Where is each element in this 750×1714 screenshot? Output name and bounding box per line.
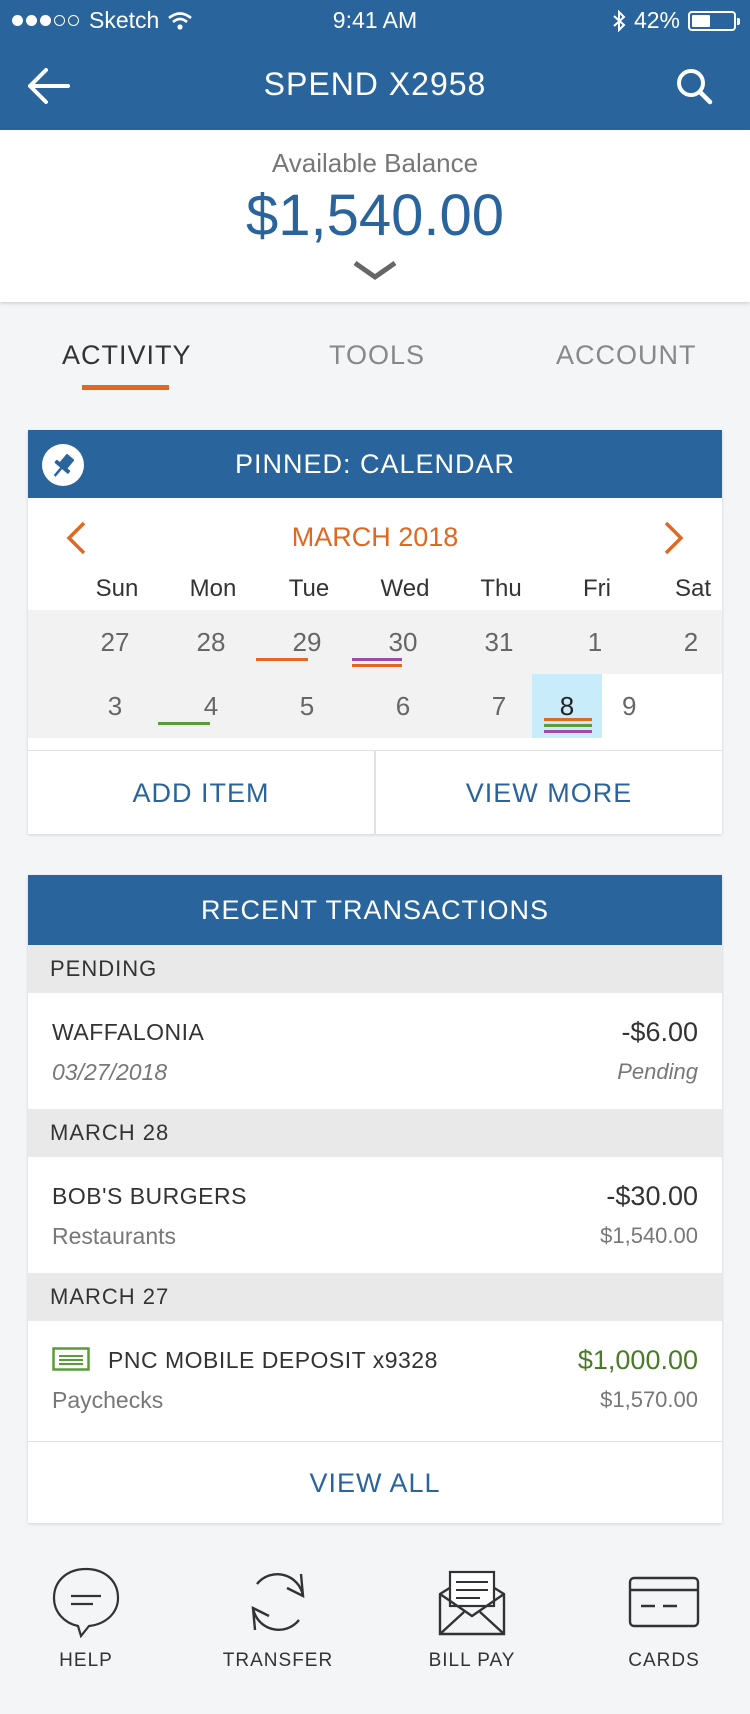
balance-panel: Available Balance $1,540.00 (0, 130, 750, 302)
transaction-amount: $1,000.00 (577, 1345, 698, 1375)
check-deposit-icon (52, 1347, 90, 1371)
transaction-category: Restaurants (52, 1223, 177, 1249)
balance-label: Available Balance (271, 148, 479, 178)
bluetooth-icon (613, 9, 626, 32)
transaction-name: BOB'S BURGERS (52, 1183, 247, 1209)
transaction-name: PNC MOBILE DEPOSIT x9328 (108, 1347, 438, 1373)
bill-pay-button[interactable]: BILL PAY (392, 1546, 552, 1671)
calendar-week-row: 3 4 5 6 7 8 9 (28, 674, 722, 738)
calendar-month: MARCH 2018 (291, 522, 459, 552)
battery-icon (688, 10, 740, 31)
active-tab-indicator (82, 385, 169, 390)
transaction-date: 03/27/2018 (52, 1059, 168, 1085)
calendar-day[interactable]: 9 (602, 674, 722, 738)
bottom-bar: HELP TRANSFER BILL PAY CARDS (0, 1546, 750, 1714)
add-item-button[interactable]: ADD ITEM (28, 751, 374, 835)
top-bar: Sketch 9:41 AM 42% SPEND X2958 (0, 0, 750, 130)
weekday-label: Wed (380, 575, 430, 602)
event-marker-orange (544, 718, 592, 721)
transactions-card-header: RECENT TRANSACTIONS (28, 875, 722, 945)
section-header: MARCH 28 (28, 1109, 722, 1157)
weekday-label: Thu (480, 575, 522, 602)
cards-label: CARDS (628, 1650, 700, 1671)
calendar-day[interactable]: 31 (464, 610, 534, 674)
event-marker-purple (544, 730, 592, 733)
calendar-day[interactable]: 7 (464, 674, 534, 738)
calendar-day[interactable]: 28 (176, 610, 246, 674)
running-balance: $1,540.00 (600, 1223, 698, 1248)
page-title: SPEND X2958 (263, 66, 487, 102)
calendar-day-selected[interactable]: 8 (532, 674, 602, 738)
weekday-label: Sat (674, 575, 712, 602)
tab-activity[interactable]: ACTIVITY (62, 340, 192, 371)
battery-percent: 42% (633, 7, 680, 33)
cards-button[interactable]: CARDS (584, 1546, 744, 1671)
event-marker-purple (352, 658, 402, 661)
section-header: PENDING (28, 945, 722, 993)
view-more-button[interactable]: VIEW MORE (376, 751, 722, 835)
help-label: HELP (59, 1650, 113, 1671)
event-marker-orange (256, 658, 308, 661)
transaction-amount: -$30.00 (606, 1181, 698, 1211)
transactions-card-title: RECENT TRANSACTIONS (200, 895, 550, 925)
status-bar: Sketch 9:41 AM 42% (0, 0, 750, 40)
calendar-day[interactable]: 3 (80, 674, 150, 738)
calendar-day[interactable]: 2 (656, 610, 726, 674)
calendar-day[interactable]: 5 (272, 674, 342, 738)
transaction-amount: -$6.00 (621, 1017, 698, 1047)
help-button[interactable]: HELP (6, 1546, 166, 1671)
transaction-category: Paychecks (52, 1387, 164, 1413)
running-balance: $1,570.00 (600, 1387, 698, 1412)
search-icon[interactable] (674, 66, 714, 106)
event-marker-green (158, 722, 210, 725)
calendar-day[interactable]: 6 (368, 674, 438, 738)
tab-bar: ACTIVITY TOOLS ACCOUNT (0, 340, 750, 390)
calendar-day[interactable]: 1 (560, 610, 630, 674)
weekday-label: Tue (288, 575, 330, 602)
weekday-label: Mon (189, 575, 237, 602)
calendar-actions: ADD ITEM VIEW MORE (28, 750, 722, 835)
view-all-button[interactable]: VIEW ALL (28, 1441, 722, 1523)
transaction-row[interactable]: BOB'S BURGERS Restaurants -$30.00 $1,540… (28, 1157, 722, 1273)
balance-amount: $1,540.00 (245, 183, 505, 248)
bill-pay-label: BILL PAY (428, 1650, 516, 1671)
chevron-right-icon[interactable] (662, 520, 686, 556)
transfer-label: TRANSFER (222, 1650, 334, 1671)
calendar-day[interactable]: 29 (272, 610, 342, 674)
transfer-arrows-icon (251, 1573, 305, 1631)
calendar-day[interactable]: 4 (176, 674, 246, 738)
transaction-row[interactable]: PNC MOBILE DEPOSIT x9328 Paychecks $1,00… (28, 1321, 722, 1441)
weekday-label: Fri (583, 575, 611, 602)
section-header: MARCH 27 (28, 1273, 722, 1321)
transaction-name: WAFFALONIA (52, 1019, 205, 1045)
tab-account[interactable]: ACCOUNT (556, 340, 697, 371)
tab-tools[interactable]: TOOLS (329, 340, 425, 371)
transaction-status: Pending (617, 1059, 698, 1084)
chevron-down-icon[interactable] (353, 260, 397, 282)
transfer-button[interactable]: TRANSFER (198, 1546, 358, 1671)
credit-card-icon (628, 1576, 700, 1628)
pin-icon[interactable] (42, 444, 84, 486)
calendar-card: PINNED: CALENDAR MARCH 2018 Sun Mon Tue … (28, 430, 722, 835)
envelope-icon (438, 1570, 506, 1636)
calendar-week-row: 27 28 29 30 31 1 2 (28, 610, 722, 674)
transaction-row[interactable]: WAFFALONIA 03/27/2018 -$6.00 Pending (28, 993, 722, 1109)
calendar-card-header: PINNED: CALENDAR (28, 430, 722, 498)
calendar-day[interactable]: 27 (80, 610, 150, 674)
chat-bubble-icon (52, 1567, 120, 1638)
weekday-label: Sun (95, 575, 139, 602)
event-marker-green (544, 724, 592, 727)
transactions-card: RECENT TRANSACTIONS PENDING WAFFALONIA 0… (28, 875, 722, 1523)
event-marker-orange (352, 664, 402, 667)
calendar-card-title: PINNED: CALENDAR (234, 449, 516, 479)
